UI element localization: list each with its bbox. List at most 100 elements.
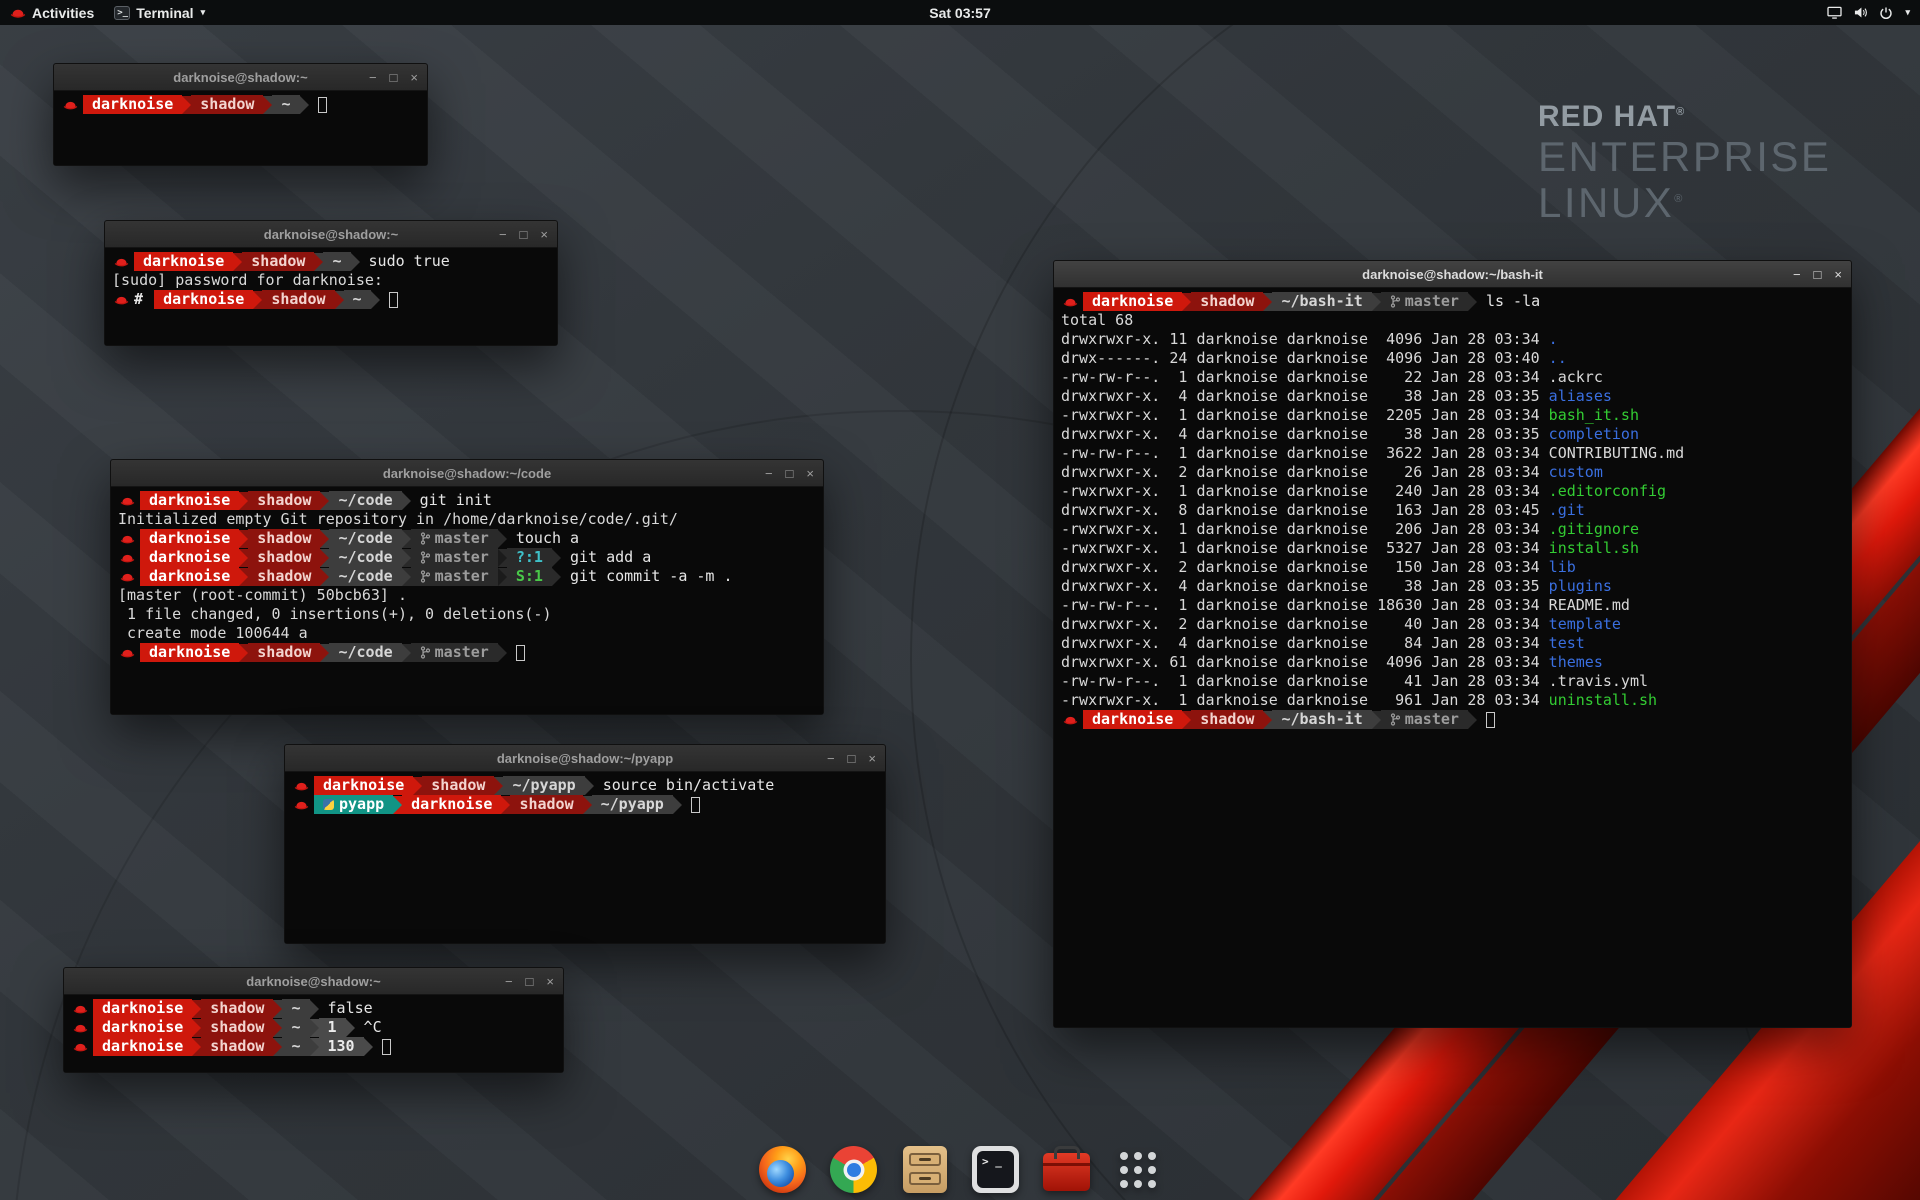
prompt-segment-path: ~/bash-it [1272,710,1371,729]
powerline-separator-icon [498,568,507,586]
prompt-segment-git-branch: master [411,548,498,567]
command-text: ls -la [1477,292,1540,311]
file-list-row: drwxrwxr-x. 8 darknoise darknoise 163 Ja… [1061,501,1844,520]
app-menu-terminal[interactable]: Terminal ▾ [114,0,205,25]
file-name: .git [1549,501,1585,519]
shell-prompt-line: darknoiseshadow~ false [71,999,556,1018]
shell-prompt-line: darknoiseshadow~ sudo true [112,252,550,271]
close-button[interactable]: × [1834,268,1842,281]
appgrid-dock-button[interactable] [1114,1146,1161,1193]
git-branch-icon [420,646,430,659]
minimize-button[interactable]: − [505,975,513,988]
redhat-prompt-icon [73,1022,88,1034]
maximize-button[interactable]: □ [520,228,528,241]
toolbox-dock-button[interactable] [1043,1146,1090,1193]
window-titlebar[interactable]: darknoise@shadow:~−□× [54,64,427,91]
powerline-separator-icon [1372,293,1381,311]
window-titlebar[interactable]: darknoise@shadow:~ −□ × [64,968,563,995]
window-titlebar[interactable]: darknoise@shadow:~−□× [105,221,557,248]
terminal-screen[interactable]: darknoiseshadow~/pyapp source bin/activa… [285,772,885,943]
close-button[interactable]: × [410,71,418,84]
file-name: install.sh [1549,539,1639,557]
close-button[interactable]: × [540,228,548,241]
powerline-separator-icon [239,644,248,662]
prompt-segment-git-status: ?:1 [507,548,552,567]
minimize-button[interactable]: − [369,71,377,84]
maximize-button[interactable]: □ [390,71,398,84]
redhat-prompt-icon [63,99,78,111]
minimize-button[interactable]: − [827,752,835,765]
file-name: uninstall.sh [1549,691,1657,709]
window-titlebar[interactable]: darknoise@shadow:~/pyapp−□× [285,745,885,772]
powerline-separator-icon [239,549,248,567]
close-button[interactable]: × [868,752,876,765]
file-list-row: -rw-rw-r--. 1 darknoise darknoise 22 Jan… [1061,368,1844,387]
app-menu-label: Terminal [136,5,193,21]
files-dock-button[interactable] [901,1146,948,1193]
firefox-dock-button[interactable] [759,1146,806,1193]
window-titlebar[interactable]: darknoise@shadow:~/bash-it−□× [1054,261,1851,288]
terminal-screen[interactable]: darknoiseshadow~ falsedarknoiseshadow~1 … [64,995,563,1072]
file-list-row: drwxrwxr-x. 4 darknoise darknoise 38 Jan… [1061,425,1844,444]
prompt-segment-host: shadow [248,491,320,510]
command-text: git commit -a -m . [561,567,733,586]
terminal-dock-button[interactable] [972,1146,1019,1193]
maximize-button[interactable]: □ [786,467,794,480]
powerline-separator-icon [585,777,594,795]
file-name: test [1549,634,1585,652]
redhat-prompt-icon [1063,296,1078,308]
close-button[interactable]: × [546,975,554,988]
redhat-prompt-icon [114,256,129,268]
minimize-button[interactable]: − [1793,268,1801,281]
powerline-separator-icon [1263,711,1272,729]
prompt-segment-path: ~ [282,1037,309,1056]
terminal-screen[interactable]: darknoiseshadow~ [54,91,427,165]
redhat-icon [10,7,26,19]
prompt-segment-path: ~/code [329,491,401,510]
maximize-button[interactable]: □ [526,975,534,988]
file-list-row: drwxrwxr-x. 11 darknoise darknoise 4096 … [1061,330,1844,349]
activities-button[interactable]: Activities [10,0,94,25]
terminal-window-home-2: darknoise@shadow:~ −□ × darknoiseshadow~ fa… [63,967,564,1073]
powerline-separator-icon [494,777,503,795]
file-name: themes [1549,653,1603,671]
powerline-separator-icon [1468,711,1477,729]
minimize-button[interactable]: − [499,228,507,241]
clock[interactable]: Sat 03:57 [929,5,990,21]
shell-prompt-line: darknoiseshadow~/codemasterS:1 git commi… [118,567,816,586]
redhat-prompt-icon [73,1041,88,1053]
file-name: .editorconfig [1549,482,1666,500]
powerline-separator-icon [273,1000,282,1018]
chrome-dock-button[interactable] [830,1146,877,1193]
prompt-segment-path: ~/pyapp [592,795,673,814]
redhat-prompt-icon [294,780,309,792]
maximize-button[interactable]: □ [848,752,856,765]
prompt-segment-path: ~ [323,252,350,271]
close-button[interactable]: × [806,467,814,480]
git-branch-icon [420,532,430,545]
minimize-button[interactable]: − [765,467,773,480]
terminal-screen[interactable]: darknoiseshadow~ sudo true[sudo] passwor… [105,248,557,345]
maximize-button[interactable]: □ [1814,268,1822,281]
chevron-down-icon: ▾ [201,7,206,18]
prompt-segment-host: shadow [1191,292,1263,311]
prompt-segment-git-branch: master [411,529,498,548]
prompt-segment-user: darknoise [314,776,413,795]
powerline-separator-icon [402,644,411,662]
terminal-screen[interactable]: darknoiseshadow~/code git initInitialize… [111,487,823,714]
terminal-screen[interactable]: darknoiseshadow~/bash-itmaster ls -latot… [1054,288,1851,1027]
prompt-segment-git-branch: master [411,643,498,662]
redhat-prompt-icon [1063,714,1078,726]
window-title: darknoise@shadow:~ [246,974,380,989]
file-name: completion [1549,425,1639,443]
prompt-segment-host: shadow [248,548,320,567]
powerline-separator-icon [273,1019,282,1037]
terminal-window-bash-it: darknoise@shadow:~/bash-it−□×darknoisesh… [1053,260,1852,1028]
shell-prompt-line: pyappdarknoiseshadow~/pyapp [292,795,878,814]
system-status-area[interactable]: ▾ [1827,6,1910,20]
shell-prompt-line: darknoiseshadow~1 ^C [71,1018,556,1037]
command-text: sudo true [360,252,450,271]
prompt-segment-user: darknoise [93,999,192,1018]
powerline-separator-icon [364,1038,373,1056]
window-titlebar[interactable]: darknoise@shadow:~/code−□× [111,460,823,487]
